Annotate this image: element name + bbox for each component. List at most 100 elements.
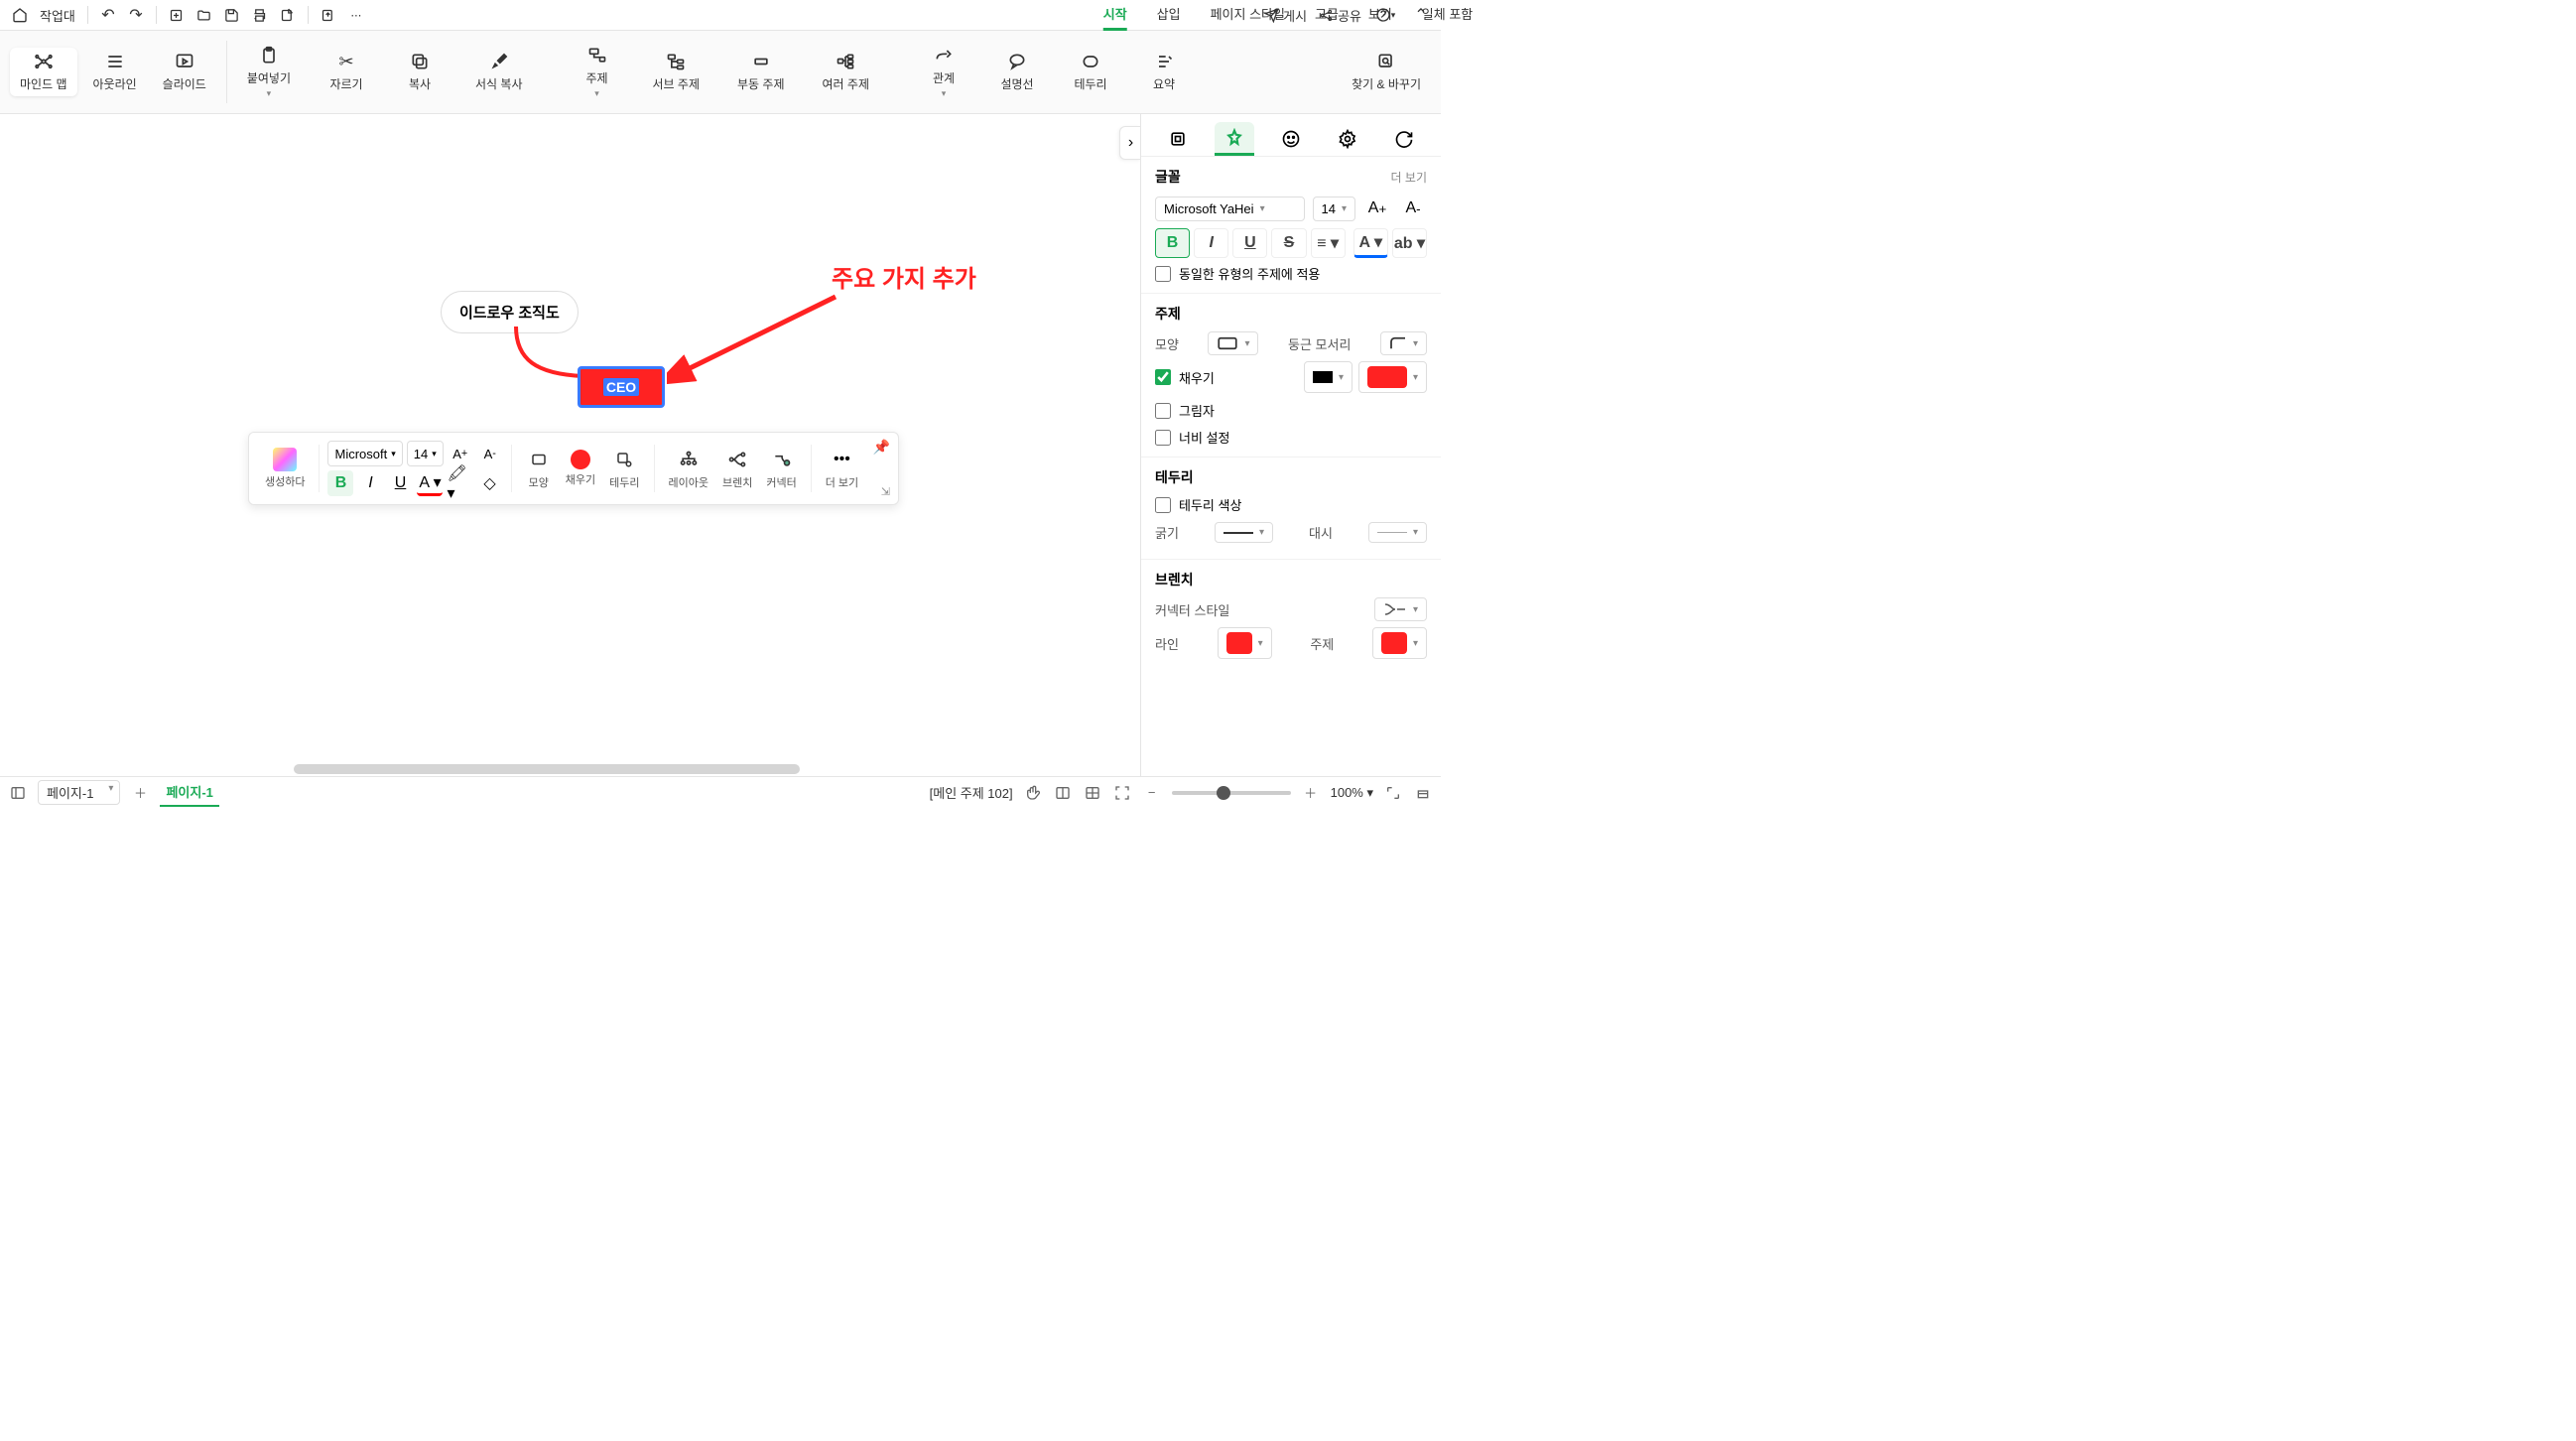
border-color-checkbox[interactable]: 테두리 색상 bbox=[1155, 495, 1427, 514]
align-button[interactable]: ≡ ▾ bbox=[1311, 228, 1346, 258]
font-more-link[interactable]: 더 보기 bbox=[1391, 169, 1427, 186]
corner-select[interactable]: ▾ bbox=[1380, 331, 1427, 355]
grid-icon[interactable] bbox=[1083, 783, 1102, 803]
save-button[interactable] bbox=[220, 3, 244, 27]
font-size-select[interactable]: 14▾ bbox=[407, 441, 444, 466]
redo-button[interactable]: ↷ bbox=[124, 3, 148, 27]
columns-icon[interactable] bbox=[1053, 783, 1073, 803]
dash-select[interactable]: ▾ bbox=[1368, 522, 1427, 543]
export-button[interactable] bbox=[276, 3, 300, 27]
fill-color-select[interactable]: ▾ bbox=[1358, 361, 1427, 393]
font-color-button[interactable]: A ▾ bbox=[1353, 228, 1388, 258]
zoom-slider[interactable] bbox=[1172, 791, 1291, 795]
outline-mode-button[interactable]: 아웃라인 bbox=[83, 48, 147, 96]
undo-button[interactable]: ↶ bbox=[96, 3, 120, 27]
child-topic-node[interactable]: CEO bbox=[578, 366, 665, 408]
tab-page-style[interactable]: 페이지 스타일 bbox=[1211, 0, 1285, 31]
underline-button[interactable]: U bbox=[1232, 228, 1267, 258]
fill-checkbox[interactable]: 채우기 bbox=[1155, 368, 1215, 387]
tab-all-in-one[interactable]: 일체 포함 bbox=[1422, 0, 1473, 31]
boundary-button[interactable]: 테두리 bbox=[1063, 48, 1118, 96]
open-button[interactable] bbox=[193, 3, 216, 27]
home-icon[interactable] bbox=[8, 3, 32, 27]
side-tab-history[interactable] bbox=[1384, 122, 1424, 156]
copy-button[interactable]: 복사 bbox=[392, 48, 448, 96]
line-color-select[interactable]: ▾ bbox=[1218, 627, 1272, 659]
shape-button[interactable]: 모양 bbox=[520, 445, 558, 492]
page-selector[interactable]: 페이지-1 bbox=[38, 780, 120, 805]
hand-tool-icon[interactable] bbox=[1023, 783, 1043, 803]
connector-style-select[interactable]: ▾ bbox=[1374, 597, 1427, 621]
font-decrease-button[interactable]: A- bbox=[1399, 195, 1427, 222]
subtopic-button[interactable]: 서브 주제 bbox=[643, 48, 710, 96]
ai-generate-button[interactable]: 생성하다 bbox=[259, 446, 311, 491]
relation-button[interactable]: 관계▾ bbox=[916, 42, 971, 103]
zoom-out-button[interactable]: − bbox=[1142, 783, 1162, 803]
add-page-button[interactable]: ＋ bbox=[130, 783, 150, 803]
zoom-level[interactable]: 100% ▾ bbox=[1331, 785, 1373, 801]
summary-button[interactable]: 요약 bbox=[1136, 48, 1192, 96]
more-button[interactable]: •••더 보기 bbox=[820, 445, 864, 492]
font-family-select[interactable]: Microsoft YaHei▾ bbox=[1155, 196, 1305, 221]
root-topic-node[interactable]: 이드로우 조직도 bbox=[441, 291, 579, 333]
branch-button[interactable]: 브렌치 bbox=[716, 445, 758, 492]
underline-button[interactable]: U bbox=[387, 470, 413, 496]
slide-mode-button[interactable]: 슬라이드 bbox=[153, 48, 216, 96]
highlight-button[interactable]: ab ▾ bbox=[1392, 228, 1427, 258]
multi-topic-button[interactable]: 여러 주제 bbox=[813, 48, 880, 96]
clear-format-button[interactable]: ◇ bbox=[476, 470, 502, 496]
share-link-button[interactable] bbox=[317, 3, 340, 27]
fullscreen-icon[interactable] bbox=[1383, 783, 1403, 803]
toolbar-handle-icon[interactable]: ⇲ bbox=[881, 485, 890, 498]
font-decrease-button[interactable]: A- bbox=[477, 441, 503, 466]
floating-topic-button[interactable]: 부동 주제 bbox=[727, 48, 795, 96]
side-tab-style[interactable] bbox=[1215, 122, 1254, 156]
highlight-button[interactable]: 🖍 ▾ bbox=[447, 470, 472, 496]
font-color-button[interactable]: A ▾ bbox=[417, 470, 443, 496]
connector-button[interactable]: 커넥터 bbox=[760, 445, 802, 492]
font-size-select[interactable]: 14▾ bbox=[1313, 196, 1356, 221]
bold-button[interactable]: B bbox=[1155, 228, 1190, 258]
print-button[interactable] bbox=[248, 3, 272, 27]
tab-insert[interactable]: 삽입 bbox=[1157, 0, 1181, 31]
italic-button[interactable]: I bbox=[1194, 228, 1228, 258]
fill-button[interactable]: 채우기 bbox=[560, 448, 601, 489]
find-replace-button[interactable]: 찾기 & 바꾸기 bbox=[1342, 37, 1431, 107]
side-panel-toggle[interactable]: › bbox=[1119, 126, 1141, 160]
panel-toggle-icon[interactable] bbox=[8, 783, 28, 803]
font-increase-button[interactable]: A+ bbox=[1363, 195, 1391, 222]
font-family-select[interactable]: Microsoft▾ bbox=[327, 441, 402, 466]
topic-button[interactable]: 주제▾ bbox=[570, 42, 625, 103]
new-button[interactable] bbox=[165, 3, 189, 27]
shape-select[interactable]: ▾ bbox=[1208, 331, 1258, 355]
strikethrough-button[interactable]: S bbox=[1271, 228, 1306, 258]
page-tab[interactable]: 페이지-1 bbox=[160, 778, 218, 807]
paste-button[interactable]: 붙여넣기▾ bbox=[237, 42, 301, 103]
side-tab-emoji[interactable] bbox=[1271, 122, 1311, 156]
callout-button[interactable]: 설명선 bbox=[989, 48, 1045, 96]
side-tab-page[interactable] bbox=[1158, 122, 1198, 156]
tab-view[interactable]: 보기 bbox=[1368, 0, 1392, 31]
pin-icon[interactable]: 📌 bbox=[873, 439, 890, 456]
bold-button[interactable]: B bbox=[327, 470, 353, 496]
horizontal-scrollbar[interactable] bbox=[294, 764, 800, 774]
side-tab-settings[interactable] bbox=[1328, 122, 1367, 156]
thickness-select[interactable]: ▾ bbox=[1215, 522, 1273, 543]
fill-type-select[interactable]: ▾ bbox=[1304, 361, 1352, 393]
border-button[interactable]: 테두리 bbox=[603, 445, 645, 492]
workspace-label[interactable]: 작업대 bbox=[36, 6, 79, 25]
topic-color-select[interactable]: ▾ bbox=[1372, 627, 1427, 659]
apply-same-checkbox[interactable]: 동일한 유형의 주제에 적용 bbox=[1155, 264, 1427, 283]
layout-button[interactable]: 레이아웃 bbox=[663, 445, 714, 492]
shadow-checkbox[interactable]: 그림자 bbox=[1155, 401, 1427, 420]
cut-button[interactable]: ✂자르기 bbox=[319, 48, 374, 96]
italic-button[interactable]: I bbox=[357, 470, 383, 496]
minimize-icon[interactable] bbox=[1413, 783, 1433, 803]
tab-start[interactable]: 시작 bbox=[1103, 0, 1127, 31]
tab-advanced[interactable]: 고급 bbox=[1315, 0, 1339, 31]
fit-screen-icon[interactable] bbox=[1112, 783, 1132, 803]
mindmap-mode-button[interactable]: 마인드 맵 bbox=[10, 48, 77, 96]
canvas[interactable]: 이드로우 조직도 CEO 주요 가지 추가 📌 ⇲ 생성하다 Microsoft… bbox=[0, 114, 1141, 776]
more-top-icon[interactable]: ⋯ bbox=[344, 3, 368, 27]
zoom-in-button[interactable]: ＋ bbox=[1301, 783, 1321, 803]
